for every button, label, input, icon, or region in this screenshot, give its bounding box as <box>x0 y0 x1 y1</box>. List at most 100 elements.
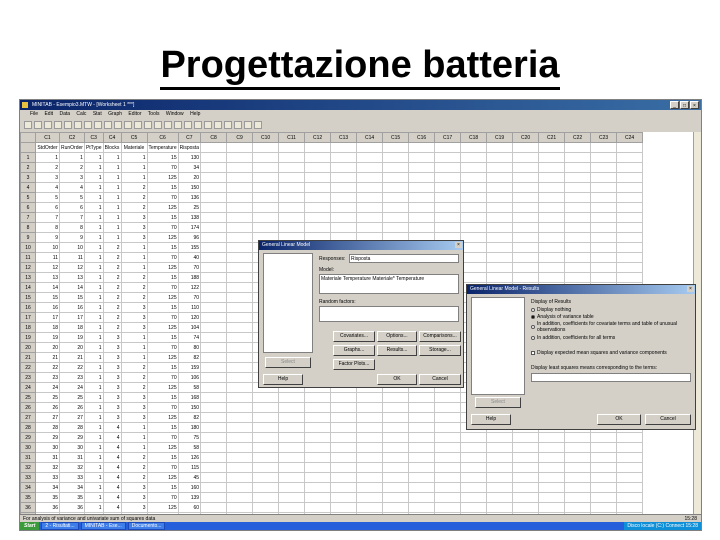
data-cell[interactable] <box>616 162 644 173</box>
data-cell[interactable]: 24 <box>35 382 60 393</box>
data-cell[interactable] <box>200 462 228 473</box>
data-cell[interactable] <box>564 502 592 513</box>
data-cell[interactable] <box>434 462 462 473</box>
taskbar-item[interactable]: Documento... <box>127 522 166 530</box>
data-cell[interactable]: 15 <box>146 212 179 223</box>
column-header[interactable]: C24 <box>616 132 644 143</box>
data-cell[interactable] <box>200 342 228 353</box>
data-cell[interactable] <box>330 472 358 483</box>
row-header[interactable]: 23 <box>20 372 36 383</box>
option-all-coefficients[interactable]: In addition, coefficients for all terms <box>531 335 615 341</box>
data-cell[interactable]: 3 <box>59 172 85 183</box>
data-cell[interactable]: 1 <box>83 442 104 453</box>
data-cell[interactable] <box>564 162 592 173</box>
data-cell[interactable]: 70 <box>146 342 179 353</box>
data-cell[interactable] <box>486 172 514 183</box>
data-cell[interactable] <box>226 412 254 423</box>
data-cell[interactable]: 2 <box>120 362 148 373</box>
data-cell[interactable] <box>356 202 384 213</box>
data-cell[interactable]: 155 <box>177 242 202 253</box>
data-cell[interactable]: 1 <box>83 282 104 293</box>
data-cell[interactable] <box>590 442 618 453</box>
data-cell[interactable]: 125 <box>146 412 179 423</box>
data-cell[interactable] <box>408 412 436 423</box>
data-cell[interactable] <box>590 432 618 443</box>
column-header[interactable]: C3 <box>83 132 104 143</box>
data-cell[interactable] <box>408 472 436 483</box>
data-cell[interactable] <box>278 392 306 403</box>
data-cell[interactable]: 136 <box>177 192 202 203</box>
data-cell[interactable] <box>200 232 228 243</box>
data-cell[interactable]: 2 <box>120 372 148 383</box>
data-cell[interactable]: 32 <box>59 462 85 473</box>
column-header[interactable]: C7 <box>177 132 202 143</box>
data-cell[interactable] <box>200 412 228 423</box>
maximize-icon[interactable]: □ <box>680 101 689 109</box>
data-cell[interactable] <box>408 192 436 203</box>
data-cell[interactable]: 13 <box>35 272 60 283</box>
data-cell[interactable]: 3 <box>120 302 148 313</box>
column-name-cell[interactable] <box>200 142 228 153</box>
data-cell[interactable] <box>356 182 384 193</box>
data-cell[interactable] <box>226 342 254 353</box>
data-cell[interactable]: 1 <box>120 252 148 263</box>
data-cell[interactable] <box>356 172 384 183</box>
toolbar-button-icon[interactable] <box>174 121 182 129</box>
data-cell[interactable] <box>538 272 566 283</box>
data-cell[interactable] <box>486 472 514 483</box>
data-cell[interactable] <box>226 382 254 393</box>
data-cell[interactable] <box>486 212 514 223</box>
data-cell[interactable] <box>434 182 462 193</box>
data-cell[interactable] <box>200 312 228 323</box>
select-button[interactable]: Select <box>475 397 521 408</box>
data-cell[interactable]: 28 <box>35 422 60 433</box>
data-cell[interactable] <box>252 222 280 233</box>
data-cell[interactable]: 58 <box>177 442 202 453</box>
data-cell[interactable] <box>382 172 410 183</box>
data-cell[interactable]: 40 <box>177 252 202 263</box>
data-cell[interactable] <box>382 492 410 503</box>
column-header[interactable]: C22 <box>564 132 592 143</box>
toolbar-button-icon[interactable] <box>134 121 142 129</box>
data-cell[interactable] <box>330 452 358 463</box>
data-cell[interactable] <box>330 402 358 413</box>
data-cell[interactable] <box>460 252 488 263</box>
toolbar-button-icon[interactable] <box>154 121 162 129</box>
responses-field[interactable]: Risposta <box>349 254 459 263</box>
data-cell[interactable] <box>564 152 592 163</box>
data-cell[interactable] <box>460 492 488 503</box>
column-header[interactable]: C23 <box>590 132 618 143</box>
data-cell[interactable] <box>226 242 254 253</box>
data-cell[interactable] <box>538 492 566 503</box>
data-cell[interactable] <box>434 432 462 443</box>
data-cell[interactable] <box>356 212 384 223</box>
data-cell[interactable] <box>512 462 540 473</box>
data-cell[interactable] <box>356 432 384 443</box>
data-cell[interactable]: 20 <box>177 172 202 183</box>
data-cell[interactable]: 3 <box>120 312 148 323</box>
data-cell[interactable] <box>252 202 280 213</box>
data-cell[interactable]: 74 <box>177 332 202 343</box>
data-cell[interactable]: 3 <box>120 502 148 513</box>
data-cell[interactable] <box>486 192 514 203</box>
data-cell[interactable]: 1 <box>83 482 104 493</box>
data-cell[interactable] <box>590 232 618 243</box>
data-cell[interactable] <box>408 212 436 223</box>
data-cell[interactable] <box>590 222 618 233</box>
data-cell[interactable] <box>616 502 644 513</box>
column-name-cell[interactable] <box>434 142 462 153</box>
data-cell[interactable] <box>486 162 514 173</box>
data-cell[interactable]: 4 <box>102 482 122 493</box>
data-cell[interactable]: 34 <box>59 482 85 493</box>
data-cell[interactable]: 1 <box>102 192 122 203</box>
column-name-cell[interactable]: StdOrder <box>35 142 60 153</box>
data-cell[interactable]: 35 <box>59 492 85 503</box>
data-cell[interactable] <box>278 202 306 213</box>
data-cell[interactable] <box>226 442 254 453</box>
data-cell[interactable]: 22 <box>59 362 85 373</box>
toolbar-button-icon[interactable] <box>254 121 262 129</box>
data-cell[interactable] <box>278 152 306 163</box>
data-cell[interactable]: 4 <box>102 492 122 503</box>
data-cell[interactable]: 32 <box>35 462 60 473</box>
row-header[interactable]: 19 <box>20 332 36 343</box>
